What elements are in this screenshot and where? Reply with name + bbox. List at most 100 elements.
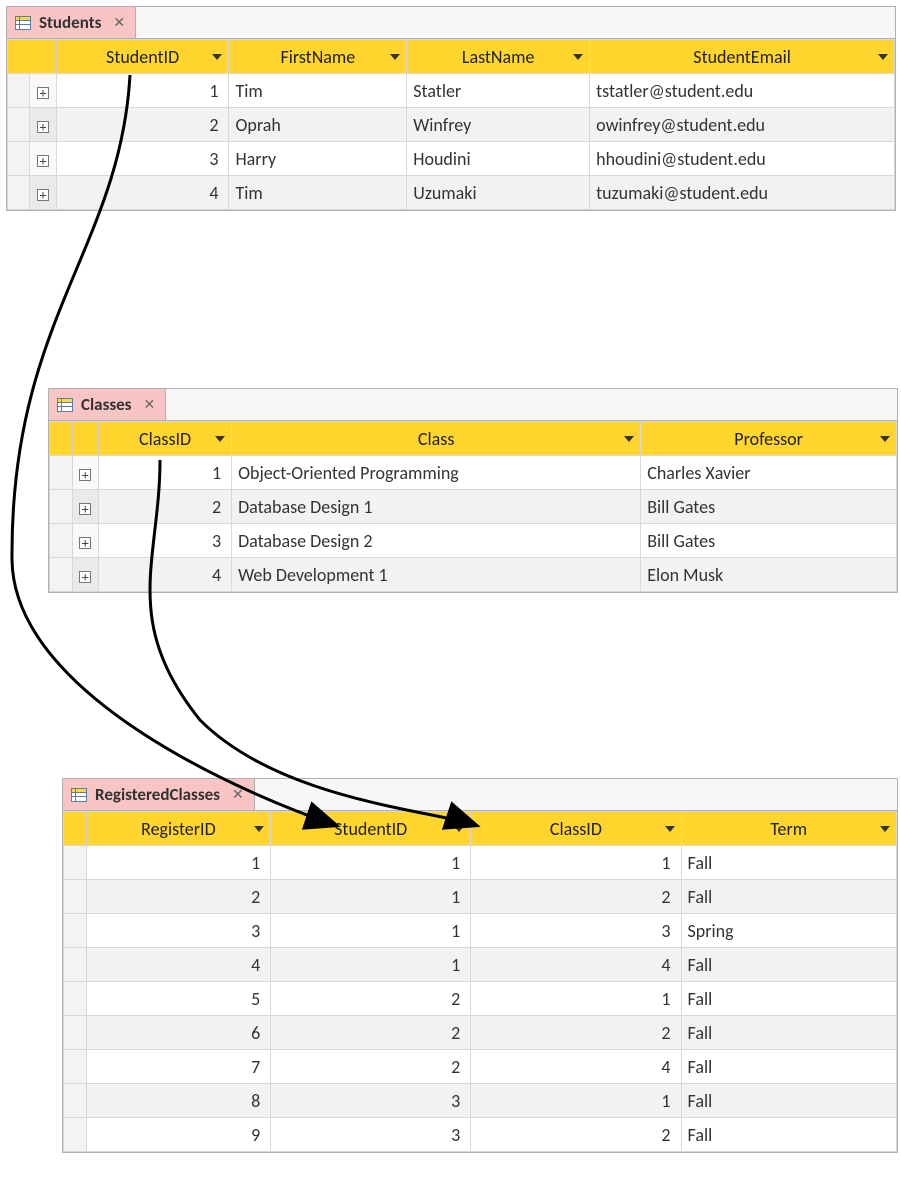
dropdown-icon[interactable] [665, 826, 675, 832]
cell-firstname[interactable]: Harry [229, 142, 407, 176]
expand-button[interactable]: + [30, 108, 56, 142]
table-row[interactable]: +3HarryHoudinihhoudini@student.edu [8, 142, 895, 176]
cell-professor[interactable]: Bill Gates [641, 524, 897, 558]
cell-studentid[interactable]: 2 [271, 1016, 471, 1050]
table-row[interactable]: +4Web Development 1Elon Musk [50, 558, 897, 592]
cell-term[interactable]: Fall [681, 1050, 896, 1084]
cell-classid[interactable]: 1 [471, 1084, 681, 1118]
cell-studentid[interactable]: 3 [56, 142, 229, 176]
expand-button[interactable]: + [72, 490, 99, 524]
cell-class[interactable]: Database Design 1 [232, 490, 641, 524]
dropdown-icon[interactable] [390, 54, 400, 60]
cell-professor[interactable]: Bill Gates [641, 490, 897, 524]
row-selector[interactable] [8, 176, 30, 210]
row-selector[interactable] [64, 880, 87, 914]
row-selector[interactable] [64, 846, 87, 880]
cell-registerid[interactable]: 2 [86, 880, 271, 914]
cell-firstname[interactable]: Tim [229, 74, 407, 108]
table-row[interactable]: +1TimStatlertstatler@student.edu [8, 74, 895, 108]
cell-studentid[interactable]: 1 [271, 846, 471, 880]
table-row[interactable]: 521Fall [64, 982, 897, 1016]
cell-studentid[interactable]: 2 [271, 982, 471, 1016]
cell-studentid[interactable]: 1 [56, 74, 229, 108]
cell-studentid[interactable]: 1 [271, 914, 471, 948]
cell-firstname[interactable]: Tim [229, 176, 407, 210]
dropdown-icon[interactable] [624, 436, 634, 442]
cell-classid[interactable]: 4 [99, 558, 232, 592]
expand-button[interactable]: + [72, 524, 99, 558]
row-selector[interactable] [50, 456, 73, 490]
cell-studentid[interactable]: 3 [271, 1118, 471, 1152]
cell-lastname[interactable]: Houdini [407, 142, 590, 176]
row-selector[interactable] [50, 490, 73, 524]
column-header-registerid[interactable]: RegisterID [86, 812, 271, 846]
row-selector[interactable] [8, 108, 30, 142]
cell-professor[interactable]: Elon Musk [641, 558, 897, 592]
table-row[interactable]: 212Fall [64, 880, 897, 914]
table-row[interactable]: 622Fall [64, 1016, 897, 1050]
cell-studentemail[interactable]: tstatler@student.edu [590, 74, 895, 108]
table-row[interactable]: +4TimUzumakituzumaki@student.edu [8, 176, 895, 210]
row-selector[interactable] [64, 1016, 87, 1050]
table-row[interactable]: +1Object-Oriented ProgrammingCharles Xav… [50, 456, 897, 490]
cell-studentid[interactable]: 3 [271, 1084, 471, 1118]
table-row[interactable]: 932Fall [64, 1118, 897, 1152]
cell-term[interactable]: Fall [681, 1118, 896, 1152]
cell-registerid[interactable]: 9 [86, 1118, 271, 1152]
row-selector[interactable] [8, 74, 30, 108]
table-row[interactable]: 724Fall [64, 1050, 897, 1084]
column-header-classid[interactable]: ClassID [99, 422, 232, 456]
cell-studentid[interactable]: 1 [271, 880, 471, 914]
cell-firstname[interactable]: Oprah [229, 108, 407, 142]
column-header-term[interactable]: Term [681, 812, 896, 846]
cell-lastname[interactable]: Statler [407, 74, 590, 108]
dropdown-icon[interactable] [254, 826, 264, 832]
column-header-professor[interactable]: Professor [641, 422, 897, 456]
cell-classid[interactable]: 2 [471, 1016, 681, 1050]
cell-studentid[interactable]: 2 [271, 1050, 471, 1084]
column-header-studentid[interactable]: StudentID [271, 812, 471, 846]
close-icon[interactable]: ✕ [139, 396, 155, 413]
tab-classes[interactable]: Classes ✕ [49, 389, 166, 420]
table-row[interactable]: +2Database Design 1Bill Gates [50, 490, 897, 524]
row-selector[interactable] [8, 142, 30, 176]
cell-classid[interactable]: 2 [471, 880, 681, 914]
table-row[interactable]: 831Fall [64, 1084, 897, 1118]
cell-class[interactable]: Database Design 2 [232, 524, 641, 558]
cell-registerid[interactable]: 4 [86, 948, 271, 982]
row-selector[interactable] [64, 1084, 87, 1118]
expand-button[interactable]: + [72, 558, 99, 592]
cell-classid[interactable]: 3 [99, 524, 232, 558]
select-all-corner[interactable] [64, 812, 87, 846]
cell-studentid[interactable]: 4 [56, 176, 229, 210]
cell-term[interactable]: Fall [681, 1016, 896, 1050]
cell-lastname[interactable]: Uzumaki [407, 176, 590, 210]
table-row[interactable]: 414Fall [64, 948, 897, 982]
cell-term[interactable]: Fall [681, 948, 896, 982]
column-header-studentemail[interactable]: StudentEmail [590, 40, 895, 74]
cell-classid[interactable]: 2 [99, 490, 232, 524]
cell-classid[interactable]: 2 [471, 1118, 681, 1152]
cell-studentemail[interactable]: tuzumaki@student.edu [590, 176, 895, 210]
row-selector[interactable] [64, 982, 87, 1016]
select-all-corner[interactable] [50, 422, 73, 456]
dropdown-icon[interactable] [878, 54, 888, 60]
expand-button[interactable]: + [30, 176, 56, 210]
row-selector[interactable] [64, 948, 87, 982]
cell-term[interactable]: Fall [681, 880, 896, 914]
cell-classid[interactable]: 1 [471, 982, 681, 1016]
cell-classid[interactable]: 4 [471, 1050, 681, 1084]
cell-registerid[interactable]: 8 [86, 1084, 271, 1118]
close-icon[interactable]: ✕ [228, 786, 244, 803]
cell-registerid[interactable]: 7 [86, 1050, 271, 1084]
expand-button[interactable]: + [30, 142, 56, 176]
cell-studentemail[interactable]: hhoudini@student.edu [590, 142, 895, 176]
tab-registered[interactable]: RegisteredClasses ✕ [63, 779, 255, 810]
cell-studentemail[interactable]: owinfrey@student.edu [590, 108, 895, 142]
row-selector[interactable] [64, 1050, 87, 1084]
cell-registerid[interactable]: 1 [86, 846, 271, 880]
cell-registerid[interactable]: 5 [86, 982, 271, 1016]
column-header-firstname[interactable]: FirstName [229, 40, 407, 74]
cell-term[interactable]: Fall [681, 1084, 896, 1118]
dropdown-icon[interactable] [573, 54, 583, 60]
